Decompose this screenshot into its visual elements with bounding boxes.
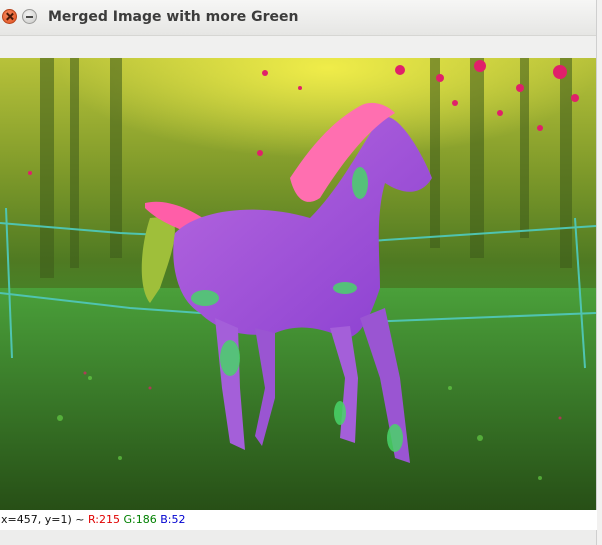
minimize-button[interactable] [22, 9, 37, 24]
title-bar[interactable]: Merged Image with more Green [0, 0, 596, 36]
merged-image[interactable] [0, 58, 596, 510]
red-value: R:215 [87, 513, 120, 526]
window-title: Merged Image with more Green [48, 9, 299, 25]
close-button[interactable] [2, 9, 17, 24]
status-bar: x=457, y=1) ~ R:215 G:186 B:52 [0, 510, 597, 530]
green-value: G:186 [123, 513, 157, 526]
image-window: Merged Image with more Green x=457, y=1)… [0, 0, 597, 545]
toolbar-area [0, 36, 596, 58]
image-canvas[interactable] [0, 58, 596, 510]
window-bottom [0, 530, 596, 545]
blue-value: B:52 [160, 513, 186, 526]
cursor-coordinates: x=457, y=1) ~ [1, 513, 85, 526]
